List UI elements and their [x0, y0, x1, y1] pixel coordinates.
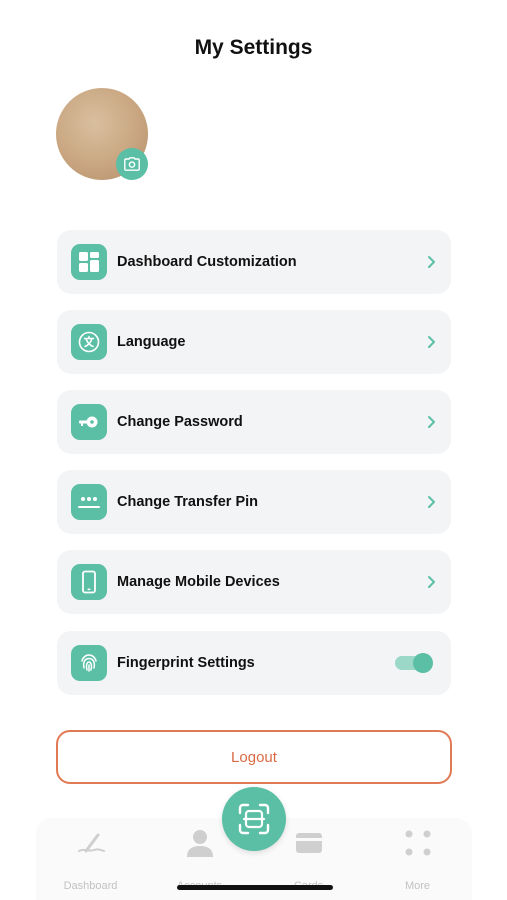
chevron-right-icon — [428, 416, 435, 428]
card-icon — [295, 828, 323, 858]
menu-item-label: Language — [117, 334, 186, 350]
menu-item-label: Change Password — [117, 414, 243, 430]
menu-item-label: Manage Mobile Devices — [117, 574, 280, 590]
toggle-knob — [413, 653, 433, 673]
camera-icon — [124, 157, 140, 171]
chevron-right-icon — [428, 496, 435, 508]
dashboard-grid-icon — [71, 244, 107, 280]
tab-label: More — [404, 880, 431, 892]
chevron-right-icon — [428, 256, 435, 268]
menu-item-manage-mobile-devices[interactable]: Manage Mobile Devices — [57, 550, 451, 614]
page-title: My Settings — [194, 36, 313, 59]
home-indicator — [177, 885, 333, 890]
mobile-device-icon — [71, 564, 107, 600]
fingerprint-toggle[interactable] — [395, 653, 433, 673]
pin-dots-icon — [71, 484, 107, 520]
menu-item-fingerprint-settings: Fingerprint Settings — [57, 631, 451, 695]
menu-item-language[interactable]: Language — [57, 310, 451, 374]
logout-button[interactable]: Logout — [56, 730, 452, 784]
change-photo-button[interactable] — [116, 148, 148, 180]
chevron-right-icon — [428, 336, 435, 348]
key-icon — [71, 404, 107, 440]
chevron-right-icon — [428, 576, 435, 588]
menu-item-dashboard-customization[interactable]: Dashboard Customization — [57, 230, 451, 294]
tab-more[interactable]: More — [363, 818, 472, 900]
tab-label: Dashboard — [63, 880, 118, 892]
menu-item-label: Change Transfer Pin — [117, 494, 259, 510]
menu-item-change-password[interactable]: Change Password — [57, 390, 451, 454]
scan-button[interactable] — [222, 787, 286, 851]
menu-item-label: Dashboard Customization — [117, 254, 297, 270]
menu-item-change-transfer-pin[interactable]: Change Transfer Pin — [57, 470, 451, 534]
tab-dashboard[interactable]: Dashboard — [36, 818, 145, 900]
menu-item-label: Fingerprint Settings — [117, 655, 255, 671]
fingerprint-icon — [71, 645, 107, 681]
scan-icon — [238, 803, 270, 835]
more-dots-icon — [404, 828, 432, 858]
logout-label: Logout — [231, 748, 277, 766]
language-icon — [71, 324, 107, 360]
person-icon — [186, 828, 214, 858]
dashboard-pen-icon — [76, 828, 106, 858]
